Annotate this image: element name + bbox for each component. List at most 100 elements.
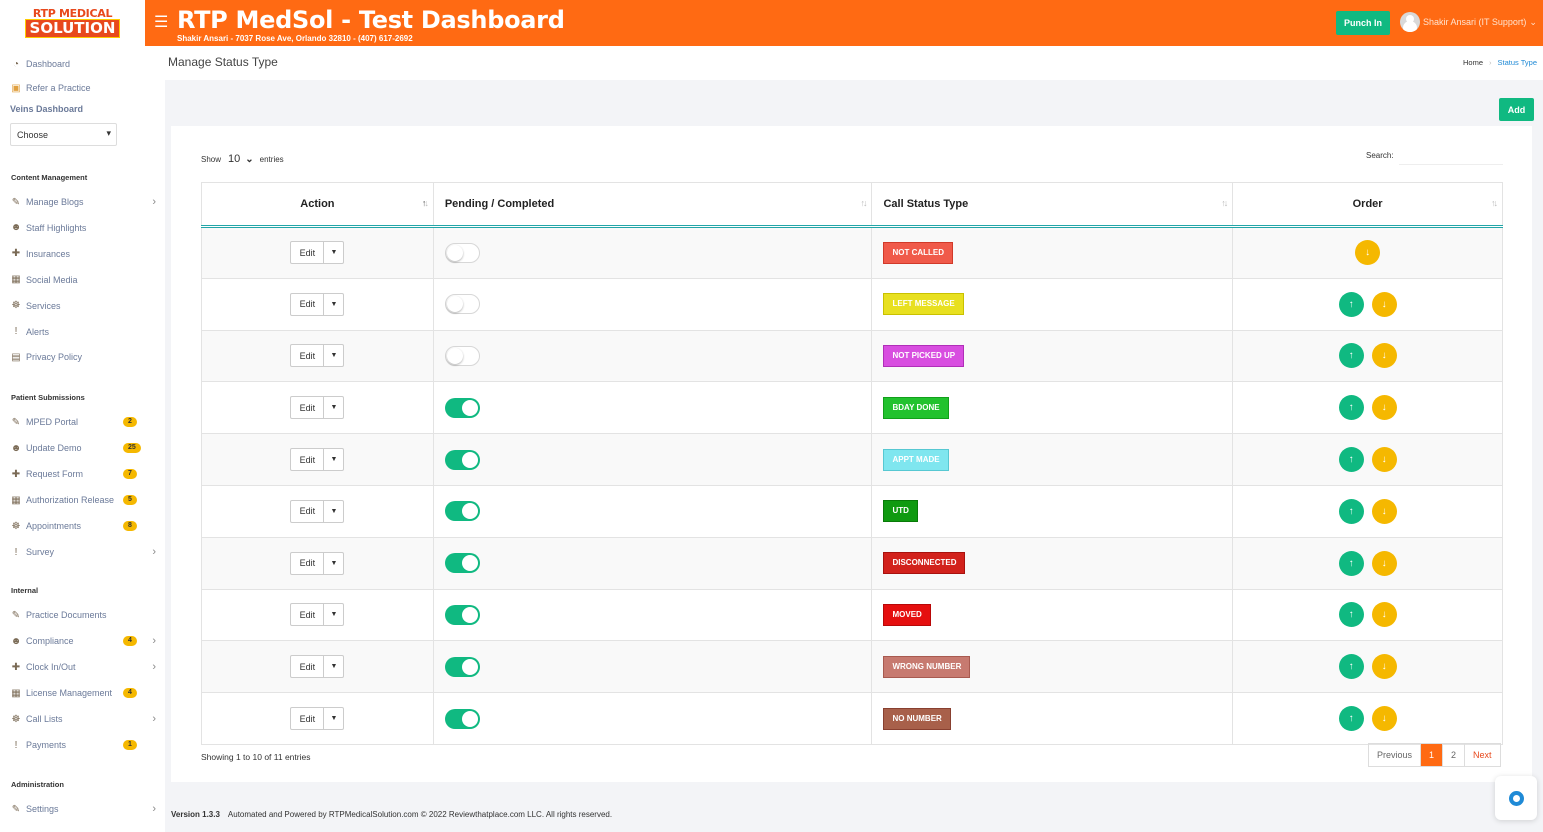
- user-menu[interactable]: Shakir Ansari (IT Support) ⌄: [1400, 12, 1537, 32]
- caret-down-icon[interactable]: ▼: [324, 449, 343, 470]
- move-up-icon[interactable]: ↑: [1338, 291, 1364, 317]
- sidebar-item-license-management[interactable]: ▦ License Management 4: [10, 687, 156, 699]
- move-down-icon[interactable]: ↓: [1371, 291, 1397, 317]
- sidebar-item-authorization-release[interactable]: ▦ Authorization Release 5: [10, 494, 156, 506]
- completed-toggle[interactable]: [444, 294, 480, 315]
- veins-select[interactable]: Choose ▾: [10, 123, 117, 146]
- move-up-icon[interactable]: ↑: [1338, 395, 1364, 421]
- move-down-icon[interactable]: ↓: [1371, 602, 1397, 628]
- section-administration: Administration: [11, 780, 64, 789]
- sidebar-item-request-form[interactable]: ✚ Request Form 7: [10, 468, 156, 480]
- move-up-icon[interactable]: ↑: [1338, 498, 1364, 524]
- move-down-icon[interactable]: ↓: [1371, 498, 1397, 524]
- caret-down-icon[interactable]: ▼: [324, 553, 343, 574]
- completed-toggle[interactable]: [444, 604, 480, 625]
- menu-icon[interactable]: ☰: [154, 12, 168, 32]
- edit-button[interactable]: Edit: [291, 449, 325, 471]
- move-up-icon[interactable]: ↑: [1338, 550, 1364, 576]
- avatar: [1400, 12, 1420, 32]
- breadcrumb-home[interactable]: Home: [1463, 58, 1483, 67]
- sidebar-item-update-demo[interactable]: ☻ Update Demo 25: [10, 442, 156, 454]
- column-action[interactable]: Action ↑↓: [201, 182, 434, 228]
- show-label: Show: [201, 154, 222, 164]
- sidebar-item-practice-documents[interactable]: ✎ Practice Documents: [10, 609, 156, 621]
- move-down-icon[interactable]: ↓: [1371, 395, 1397, 421]
- caret-down-icon[interactable]: ▼: [324, 294, 343, 315]
- completed-toggle[interactable]: [444, 345, 480, 366]
- move-down-icon[interactable]: ↓: [1371, 550, 1397, 576]
- move-down-icon[interactable]: ↓: [1371, 343, 1397, 369]
- caret-down-icon[interactable]: ▼: [324, 345, 343, 366]
- sidebar-item-staff-highlights[interactable]: ☻ Staff Highlights: [10, 222, 156, 234]
- sidebar-item-social-media[interactable]: ▦ Social Media: [10, 274, 156, 286]
- caret-down-icon[interactable]: ▼: [324, 397, 343, 418]
- edit-button-group: Edit ▼: [290, 551, 345, 575]
- caret-down-icon[interactable]: ▼: [324, 604, 343, 625]
- sidebar-item-appointments[interactable]: ☸ Appointments 8: [10, 520, 156, 532]
- search-input[interactable]: [1399, 147, 1503, 165]
- sidebar-item-mped-portal[interactable]: ✎ MPED Portal 2: [10, 416, 156, 428]
- edit-button[interactable]: Edit: [291, 604, 325, 626]
- sidebar-item-refer[interactable]: ▣ Refer a Practice: [10, 82, 156, 94]
- add-button[interactable]: Add: [1499, 98, 1534, 121]
- edit-button[interactable]: Edit: [291, 345, 325, 367]
- move-up-icon[interactable]: ↑: [1338, 706, 1364, 732]
- caret-down-icon[interactable]: ▼: [324, 501, 343, 522]
- edit-button[interactable]: Edit: [291, 500, 325, 522]
- edit-button[interactable]: Edit: [291, 656, 325, 678]
- sidebar-item-call-lists[interactable]: ☸ Call Lists ›: [10, 713, 156, 725]
- move-down-icon[interactable]: ↓: [1371, 706, 1397, 732]
- move-up-icon[interactable]: ↑: [1338, 447, 1364, 473]
- move-down-icon[interactable]: ↓: [1371, 447, 1397, 473]
- status-badge: APPT MADE: [883, 448, 949, 471]
- edit-button[interactable]: Edit: [291, 708, 325, 730]
- sidebar-item-compliance[interactable]: ☻ Compliance 4 ›: [10, 635, 156, 647]
- move-down-icon[interactable]: ↓: [1355, 240, 1381, 266]
- sidebar-item-dashboard[interactable]: ◔ Dashboard: [10, 58, 156, 70]
- sidebar-item-clock-in-out[interactable]: ✚ Clock In/Out ›: [10, 661, 156, 673]
- move-up-icon[interactable]: ↑: [1338, 343, 1364, 369]
- move-up-icon[interactable]: ↑: [1338, 602, 1364, 628]
- sidebar-item-privacy-policy[interactable]: ▤ Privacy Policy: [10, 351, 156, 363]
- completed-toggle[interactable]: [444, 553, 480, 574]
- caret-down-icon[interactable]: ▼: [324, 656, 343, 677]
- next-button[interactable]: Next: [1465, 744, 1500, 766]
- column-order[interactable]: Order ↑↓: [1232, 182, 1503, 228]
- logo[interactable]: RTP MEDICAL SOLUTION: [0, 0, 145, 46]
- help-button[interactable]: [1495, 776, 1537, 820]
- sidebar-item-settings[interactable]: ✎ Settings ›: [10, 803, 156, 815]
- completed-toggle[interactable]: [444, 708, 480, 729]
- entries-select[interactable]: 10: [228, 153, 240, 165]
- sidebar-item-services[interactable]: ☸ Services: [10, 300, 156, 312]
- column-pending-completed[interactable]: Pending / Completed ↑↓: [433, 182, 873, 228]
- edit-button[interactable]: Edit: [291, 552, 325, 574]
- sidebar-item-payments[interactable]: ! Payments 1: [10, 739, 156, 751]
- edit-button[interactable]: Edit: [291, 293, 325, 315]
- punch-in-button[interactable]: Punch In: [1336, 11, 1390, 35]
- chevron-down-icon[interactable]: ⌄: [245, 154, 253, 165]
- completed-toggle[interactable]: [444, 501, 480, 522]
- move-down-icon[interactable]: ↓: [1371, 654, 1397, 680]
- edit-button[interactable]: Edit: [291, 242, 325, 264]
- completed-toggle[interactable]: [444, 449, 480, 470]
- column-call-status-type[interactable]: Call Status Type ↑↓: [871, 182, 1234, 228]
- page-2-button[interactable]: 2: [1443, 744, 1466, 766]
- completed-toggle[interactable]: [444, 656, 480, 677]
- caret-down-icon[interactable]: ▼: [324, 708, 343, 729]
- sidebar-item-alerts[interactable]: ! Alerts: [10, 326, 156, 338]
- breadcrumb-current[interactable]: Status Type: [1498, 58, 1537, 67]
- sidebar-item-insurances[interactable]: ✚ Insurances: [10, 248, 156, 260]
- completed-toggle[interactable]: [444, 397, 480, 418]
- status-badge: NO NUMBER: [883, 707, 951, 730]
- caret-down-icon[interactable]: ▼: [324, 242, 343, 263]
- table-row: Edit ▼ LEFT MESSAGE ↑ ↓: [201, 278, 1503, 331]
- previous-button[interactable]: Previous: [1369, 744, 1422, 766]
- top-header: RTP MEDICAL SOLUTION ☰ RTP MedSol - Test…: [0, 0, 1543, 46]
- move-up-icon[interactable]: ↑: [1338, 654, 1364, 680]
- page-title: Manage Status Type: [168, 55, 278, 69]
- sidebar-item-survey[interactable]: ! Survey ›: [10, 546, 156, 558]
- edit-button[interactable]: Edit: [291, 397, 325, 419]
- completed-toggle[interactable]: [444, 242, 480, 263]
- sidebar-item-manage-blogs[interactable]: ✎ Manage Blogs ›: [10, 196, 156, 208]
- page-1-button[interactable]: 1: [1421, 744, 1444, 766]
